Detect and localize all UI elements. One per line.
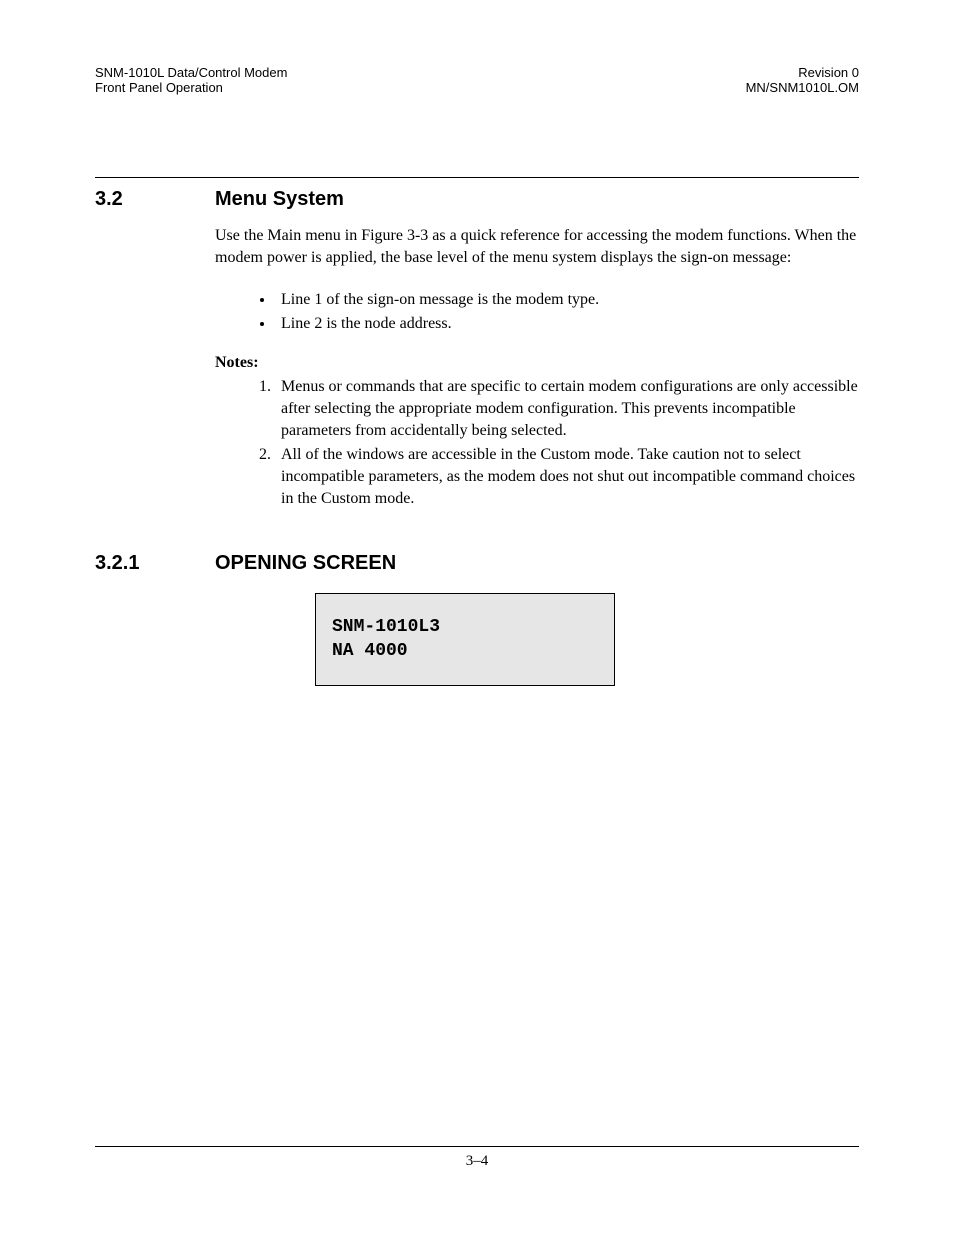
header-chapter: Front Panel Operation [95, 80, 287, 95]
section-paragraph: Use the Main menu in Figure 3-3 as a qui… [215, 225, 859, 270]
section-title: Menu System [215, 188, 859, 211]
header-docnum: MN/SNM1010L.OM [746, 80, 859, 95]
bullet-item: Line 1 of the sign-on message is the mod… [275, 288, 859, 312]
section-number: 3.2 [95, 188, 215, 211]
header-right: Revision 0 MN/SNM1010L.OM [746, 65, 859, 95]
header-left: SNM-1010L Data/Control Modem Front Panel… [95, 65, 287, 95]
screen-line2: NA 4000 [332, 641, 408, 661]
header-product: SNM-1010L Data/Control Modem [95, 65, 287, 80]
screen-line1: SNM-1010L3 [332, 617, 440, 637]
note-item: All of the windows are accessible in the… [275, 444, 859, 510]
bullet-list: Line 1 of the sign-on message is the mod… [255, 288, 859, 336]
subsection-number: 3.2.1 [95, 552, 215, 575]
notes-label: Notes: [215, 354, 859, 372]
document-page: SNM-1010L Data/Control Modem Front Panel… [0, 0, 954, 1235]
subsection-title: OPENING SCREEN [215, 552, 859, 575]
subsection-heading: 3.2.1 OPENING SCREEN [95, 552, 859, 575]
page-footer: 3–4 [95, 1146, 859, 1170]
bullet-item: Line 2 is the node address. [275, 312, 859, 336]
note-item: Menus or commands that are specific to c… [275, 376, 859, 442]
notes-list: Menus or commands that are specific to c… [255, 376, 859, 510]
section-heading: 3.2 Menu System [95, 177, 859, 211]
header-revision: Revision 0 [746, 65, 859, 80]
opening-screen-display: SNM-1010L3 NA 4000 [315, 593, 615, 686]
page-header: SNM-1010L Data/Control Modem Front Panel… [95, 65, 859, 95]
page-number: 3–4 [466, 1153, 489, 1169]
